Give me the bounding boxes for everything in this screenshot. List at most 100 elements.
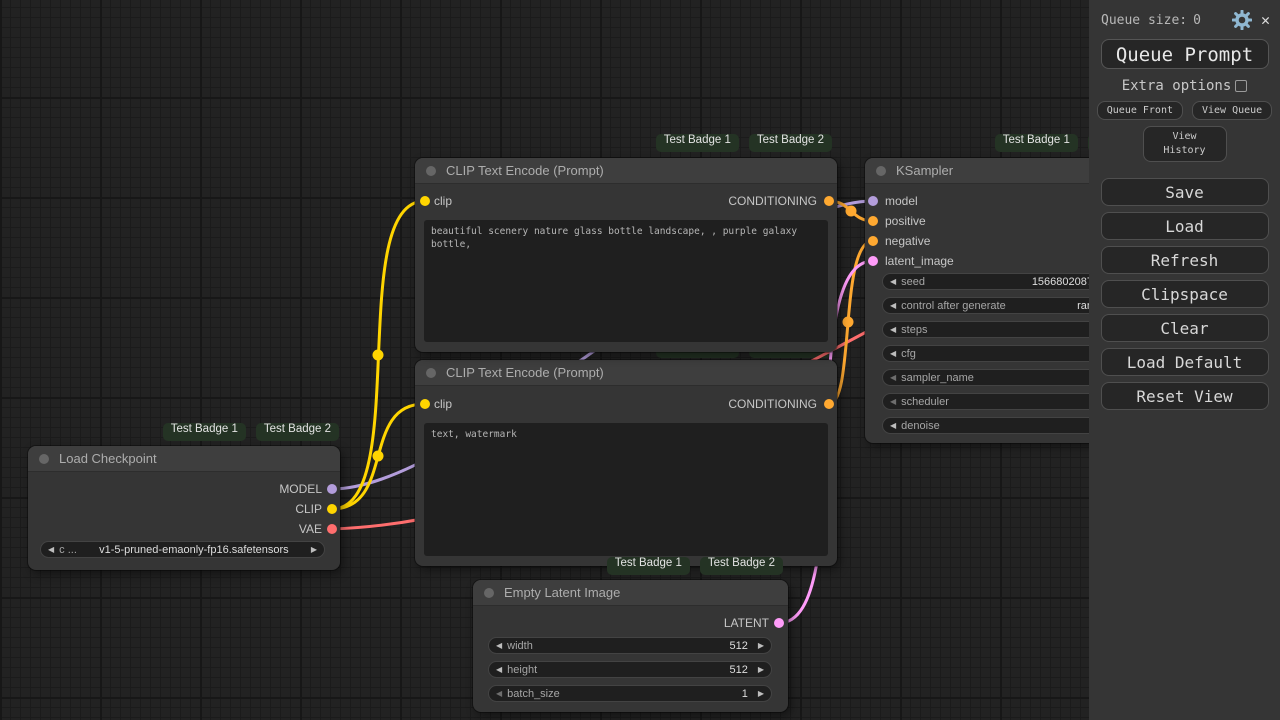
widget-label: batch_size <box>507 687 560 700</box>
widget-label: control after generate <box>901 299 1006 312</box>
decrement-arrow-icon[interactable]: ◀ <box>496 662 502 677</box>
output-slot-vae[interactable] <box>327 524 337 534</box>
node-badge: Test Badge 2 <box>255 423 339 441</box>
node-titlebar[interactable]: Load Checkpoint <box>28 446 340 472</box>
input-slot-clip[interactable] <box>420 399 430 409</box>
increment-arrow-icon[interactable]: ▶ <box>758 638 764 653</box>
input-slot-negative[interactable] <box>868 236 878 246</box>
denoise-number-widget[interactable]: ◀ denoise <box>882 417 1115 434</box>
badge-row-empty-latent: Test Badge 1 Test Badge 2 <box>606 557 783 575</box>
cfg-number-widget[interactable]: ◀ cfg <box>882 345 1115 362</box>
seed-number-widget[interactable]: ◀ seed 1566802087 <box>882 273 1115 290</box>
output-label-clip: CLIP <box>295 502 322 516</box>
wire-clip-positive <box>330 199 427 511</box>
save-button[interactable]: Save <box>1100 178 1269 206</box>
node-clip-text-encode-negative[interactable]: CLIP Text Encode (Prompt) clip CONDITION… <box>415 360 837 566</box>
queue-size-value: 0 <box>1193 12 1201 28</box>
extra-options-checkbox[interactable] <box>1235 80 1248 92</box>
reset-view-button[interactable]: Reset View <box>1100 382 1269 410</box>
node-graph-canvas[interactable]: Test Badge 1 Test Badge 2 CLIP Text Enco <box>0 0 1280 720</box>
node-title: CLIP Text Encode (Prompt) <box>446 365 604 380</box>
extra-options-label: Extra options <box>1121 78 1232 94</box>
output-slot-conditioning[interactable] <box>824 196 834 206</box>
scheduler-combo[interactable]: ◀ scheduler <box>882 393 1115 410</box>
node-titlebar[interactable]: CLIP Text Encode (Prompt) <box>415 158 837 184</box>
node-title: Load Checkpoint <box>59 451 157 466</box>
queue-actions-row: Queue Front View Queue <box>1089 101 1280 120</box>
decrement-arrow-icon[interactable]: ◀ <box>496 638 502 653</box>
sampler-name-combo[interactable]: ◀ sampler_name <box>882 369 1115 386</box>
collapse-dot-icon[interactable] <box>39 454 49 464</box>
decrement-arrow-icon[interactable]: ◀ <box>496 686 502 701</box>
ckpt-name-combo[interactable]: ◀ c ... v1-5-pruned-emaonly-fp16.safeten… <box>40 541 325 558</box>
decrement-arrow-icon[interactable]: ◀ <box>890 394 896 409</box>
queue-front-button[interactable]: Queue Front <box>1096 101 1183 120</box>
wire-clip-negative <box>330 402 426 511</box>
load-default-button[interactable]: Load Default <box>1100 348 1269 376</box>
width-number-widget[interactable]: ◀ width 512 ▶ <box>488 637 772 654</box>
output-label-conditioning: CONDITIONING <box>728 194 817 208</box>
load-button[interactable]: Load <box>1100 212 1269 240</box>
prompt-textarea[interactable]: beautiful scenery nature glass bottle la… <box>424 220 828 342</box>
decrement-arrow-icon[interactable]: ◀ <box>890 298 896 313</box>
queue-prompt-button[interactable]: Queue Prompt <box>1100 39 1269 69</box>
collapse-dot-icon[interactable] <box>484 588 494 598</box>
prompt-textarea[interactable]: text, watermark <box>424 423 828 556</box>
node-clip-text-encode-positive[interactable]: CLIP Text Encode (Prompt) clip CONDITION… <box>415 158 837 352</box>
refresh-button[interactable]: Refresh <box>1100 246 1269 274</box>
input-slot-clip[interactable] <box>420 196 430 206</box>
badge-row-clip-positive: Test Badge 1 Test Badge 2 <box>655 134 832 152</box>
control-after-generate-combo[interactable]: ◀ control after generate ran <box>882 297 1115 314</box>
node-titlebar[interactable]: KSampler <box>865 158 1120 184</box>
widget-label: c ... <box>59 543 77 556</box>
settings-gear-icon[interactable] <box>1231 10 1252 30</box>
decrement-arrow-icon[interactable]: ◀ <box>890 322 896 337</box>
increment-arrow-icon[interactable]: ▶ <box>758 662 764 677</box>
input-slot-positive[interactable] <box>868 216 878 226</box>
collapse-dot-icon[interactable] <box>426 166 436 176</box>
input-slot-latent-image[interactable] <box>868 256 878 266</box>
decrement-arrow-icon[interactable]: ◀ <box>890 274 896 289</box>
node-title: Empty Latent Image <box>504 585 621 600</box>
batch-size-number-widget[interactable]: ◀ batch_size 1 ▶ <box>488 685 772 702</box>
output-slot-model[interactable] <box>327 484 337 494</box>
output-label-latent: LATENT <box>723 616 769 630</box>
widget-label: steps <box>901 323 928 336</box>
output-slot-clip[interactable] <box>327 504 337 514</box>
badge-row-load-checkpoint: Test Badge 1 Test Badge 2 <box>162 423 339 441</box>
widget-value: v1-5-pruned-emaonly-fp16.safetensors <box>99 543 289 556</box>
node-title: CLIP Text Encode (Prompt) <box>446 163 604 178</box>
clear-button[interactable]: Clear <box>1100 314 1269 342</box>
output-slot-latent[interactable] <box>774 618 784 628</box>
widget-value: 512 <box>729 639 748 652</box>
widget-label: seed <box>901 275 926 288</box>
collapse-dot-icon[interactable] <box>876 166 886 176</box>
output-label-vae: VAE <box>298 522 322 536</box>
increment-arrow-icon[interactable]: ▶ <box>311 542 317 557</box>
extra-options-row: Extra options <box>1089 78 1280 94</box>
collapse-dot-icon[interactable] <box>426 368 436 378</box>
widget-label: sampler_name <box>901 371 974 384</box>
decrement-arrow-icon[interactable]: ◀ <box>890 370 896 385</box>
input-slot-model[interactable] <box>868 196 878 206</box>
input-label-latent-image: latent_image <box>885 254 954 268</box>
increment-arrow-icon[interactable]: ▶ <box>758 686 764 701</box>
clipspace-button[interactable]: Clipspace <box>1100 280 1269 308</box>
node-empty-latent-image[interactable]: Empty Latent Image LATENT ◀ width 512 ▶ … <box>473 580 788 712</box>
node-titlebar[interactable]: CLIP Text Encode (Prompt) <box>415 360 837 386</box>
view-queue-button[interactable]: View Queue <box>1192 101 1273 120</box>
node-ksampler[interactable]: KSampler model positive negative latent_… <box>865 158 1120 443</box>
decrement-arrow-icon[interactable]: ◀ <box>890 346 896 361</box>
node-badge: Test Badge 2 <box>699 557 783 575</box>
node-titlebar[interactable]: Empty Latent Image <box>473 580 788 606</box>
output-slot-conditioning[interactable] <box>824 399 834 409</box>
widget-label: denoise <box>901 419 940 432</box>
decrement-arrow-icon[interactable]: ◀ <box>48 542 54 557</box>
widget-value: 512 <box>729 663 748 676</box>
height-number-widget[interactable]: ◀ height 512 ▶ <box>488 661 772 678</box>
decrement-arrow-icon[interactable]: ◀ <box>890 418 896 433</box>
node-load-checkpoint[interactable]: Load Checkpoint MODEL CLIP VAE ◀ c ... v… <box>28 446 340 570</box>
close-icon[interactable]: ✕ <box>1261 11 1270 29</box>
steps-number-widget[interactable]: ◀ steps <box>882 321 1115 338</box>
view-history-button[interactable]: View History <box>1142 126 1227 162</box>
